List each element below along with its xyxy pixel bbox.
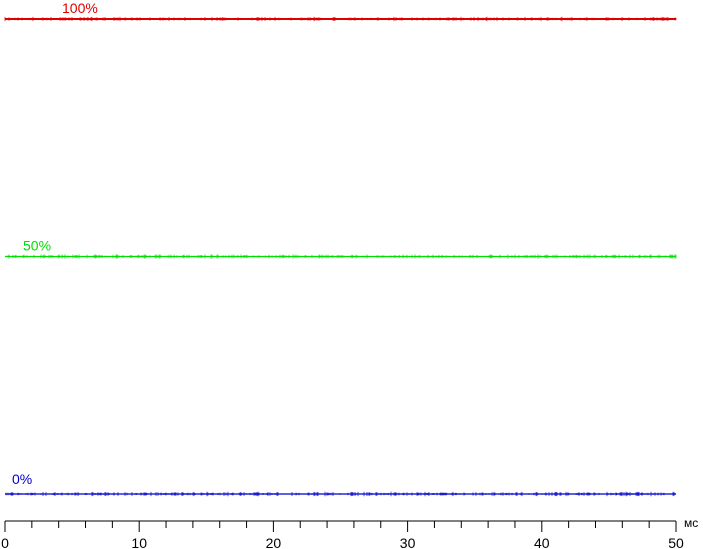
x-tick-label-40: 40 — [534, 535, 550, 549]
x-tick-label-10: 10 — [131, 535, 147, 549]
series-label-50: 50% — [23, 238, 51, 254]
x-tick-label-20: 20 — [266, 535, 282, 549]
x-axis-unit-label: мс — [684, 516, 698, 530]
x-ticks: 0 10 20 30 40 50 — [1, 521, 684, 549]
x-tick-label-0: 0 — [1, 535, 9, 549]
x-axis: 0 10 20 30 40 50 мс — [1, 516, 698, 549]
chart: 100% 50% 0% 0 10 20 30 40 50 мс — [1, 0, 698, 549]
x-tick-label-50: 50 — [668, 535, 684, 549]
x-tick-label-30: 30 — [400, 535, 416, 549]
series-label-0: 0% — [12, 471, 32, 487]
series-layer: 100% 50% 0% — [4, 0, 677, 497]
series-label-100: 100% — [62, 0, 98, 16]
